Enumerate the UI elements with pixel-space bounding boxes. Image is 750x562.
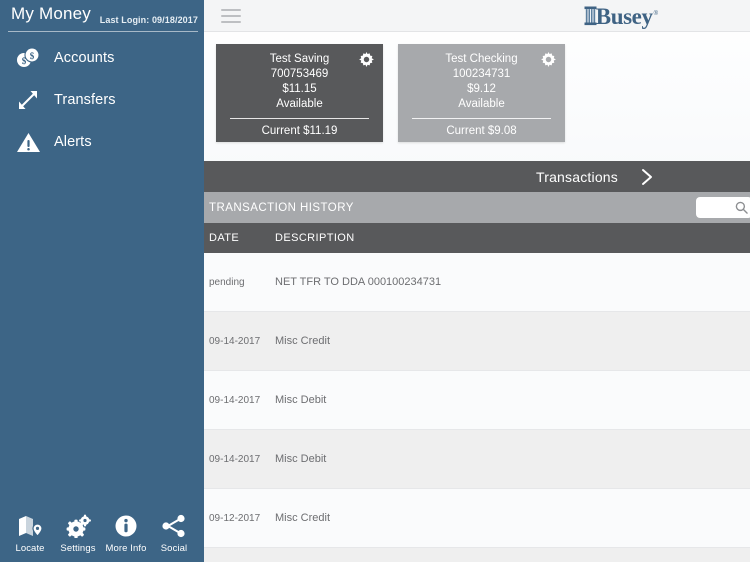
registered-mark: ® [653, 11, 658, 17]
bottom-nav-label: More Info [105, 543, 147, 554]
logo-text: Busey [595, 4, 653, 29]
transaction-history-title: TRANSACTION HISTORY [209, 201, 354, 214]
transaction-date: 09-14-2017 [209, 394, 261, 406]
gear-icon [65, 512, 91, 538]
bottom-nav-label: Settings [60, 543, 96, 554]
map-pin-icon [17, 512, 43, 538]
account-name: Test Saving [269, 53, 330, 65]
transactions-label: Transactions [535, 168, 618, 185]
magnifier-icon [735, 201, 748, 214]
sidebar-item-alerts[interactable]: Alerts [0, 126, 204, 158]
bottom-nav-more-info[interactable]: More Info [102, 512, 150, 554]
gear-icon[interactable] [359, 52, 374, 72]
table-row[interactable]: 09-14-2017 Misc Credit [204, 312, 750, 371]
transaction-description: Misc Debit [275, 394, 327, 406]
account-balance-label: Available [276, 98, 323, 110]
sidebar-item-transfers[interactable]: Transfers [0, 84, 204, 116]
card-divider [230, 118, 369, 119]
main-content: Busey ® Test Saving 700753469 $11.15 Ava… [204, 0, 750, 562]
table-row[interactable]: 09-14-2017 Misc Debit [204, 430, 750, 489]
last-login-text: Last Login: 09/18/2017 [99, 15, 198, 25]
account-card-checking[interactable]: Test Checking 100234731 $9.12 Available … [398, 44, 565, 142]
transaction-list: pending NET TFR TO DDA 000100234731 09-1… [204, 253, 750, 562]
transactions-bar[interactable]: Transactions [204, 161, 750, 192]
bottom-nav-label: Social [160, 543, 188, 554]
table-row[interactable]: 09-12-2017 Misc Credit [204, 489, 750, 548]
page-title: My Money [11, 4, 92, 23]
coins-icon: $ $ [10, 42, 46, 74]
sidebar-item-label: Transfers [54, 92, 116, 108]
info-circle-icon [114, 512, 138, 538]
search-input[interactable] [696, 197, 750, 218]
bottom-nav-label: Locate [15, 543, 45, 554]
transaction-date: pending [209, 276, 245, 288]
sidebar-item-label: Alerts [54, 134, 92, 150]
account-current-balance: Current $11.19 [261, 125, 338, 137]
transaction-history-bar: TRANSACTION HISTORY [204, 192, 750, 223]
chevron-right-icon[interactable] [640, 167, 654, 187]
svg-text:$: $ [30, 51, 35, 61]
table-row[interactable]: pending NET TFR TO DDA 000100234731 [204, 253, 750, 312]
card-divider [412, 118, 551, 119]
account-balance-label: Available [458, 98, 505, 110]
share-nodes-icon [161, 512, 187, 538]
sidebar-bottom-nav: Locate Settings More Info Social [0, 512, 204, 562]
column-header-date: DATE [209, 232, 240, 244]
sidebar-header: My Money Last Login: 09/18/2017 [0, 0, 204, 32]
transaction-date: 09-12-2017 [209, 512, 261, 524]
sidebar-divider [8, 31, 198, 32]
transaction-description: Misc Credit [275, 335, 331, 347]
account-balance: $11.15 [282, 83, 317, 95]
hamburger-icon[interactable] [221, 9, 241, 23]
transaction-description: NET TFR TO DDA 000100234731 [275, 276, 442, 288]
account-cards: Test Saving 700753469 $11.15 Available C… [204, 32, 750, 156]
account-number: 100234731 [452, 68, 511, 80]
transaction-date: 09-14-2017 [209, 335, 261, 347]
account-card-saving[interactable]: Test Saving 700753469 $11.15 Available C… [216, 44, 383, 142]
table-row[interactable]: 09-14-2017 Misc Debit [204, 371, 750, 430]
table-row[interactable] [204, 548, 750, 562]
account-number: 700753469 [270, 68, 329, 80]
app-topbar: Busey ® [204, 0, 750, 32]
sidebar-item-label: Accounts [54, 50, 115, 66]
account-balance: $9.12 [467, 83, 496, 95]
transaction-description: Misc Credit [275, 512, 331, 524]
gear-icon[interactable] [541, 52, 556, 72]
busey-logo: Busey ® [584, 3, 658, 28]
account-name: Test Checking [445, 53, 518, 65]
transaction-description: Misc Debit [275, 453, 327, 465]
account-current-balance: Current $9.08 [446, 125, 517, 137]
sidebar-item-accounts[interactable]: $ $ Accounts [0, 42, 204, 74]
bottom-nav-settings[interactable]: Settings [54, 512, 102, 554]
bottom-nav-social[interactable]: Social [150, 512, 198, 554]
app-root: My Money Last Login: 09/18/2017 $ $ Acco… [0, 0, 750, 562]
column-header-description: DESCRIPTION [275, 232, 355, 244]
transfer-arrows-icon [10, 84, 46, 116]
warning-triangle-icon [10, 126, 46, 158]
sidebar: My Money Last Login: 09/18/2017 $ $ Acco… [0, 0, 204, 562]
transaction-column-headers: DATE DESCRIPTION [204, 223, 750, 253]
transaction-date: 09-14-2017 [209, 453, 261, 465]
bottom-nav-locate[interactable]: Locate [6, 512, 54, 554]
